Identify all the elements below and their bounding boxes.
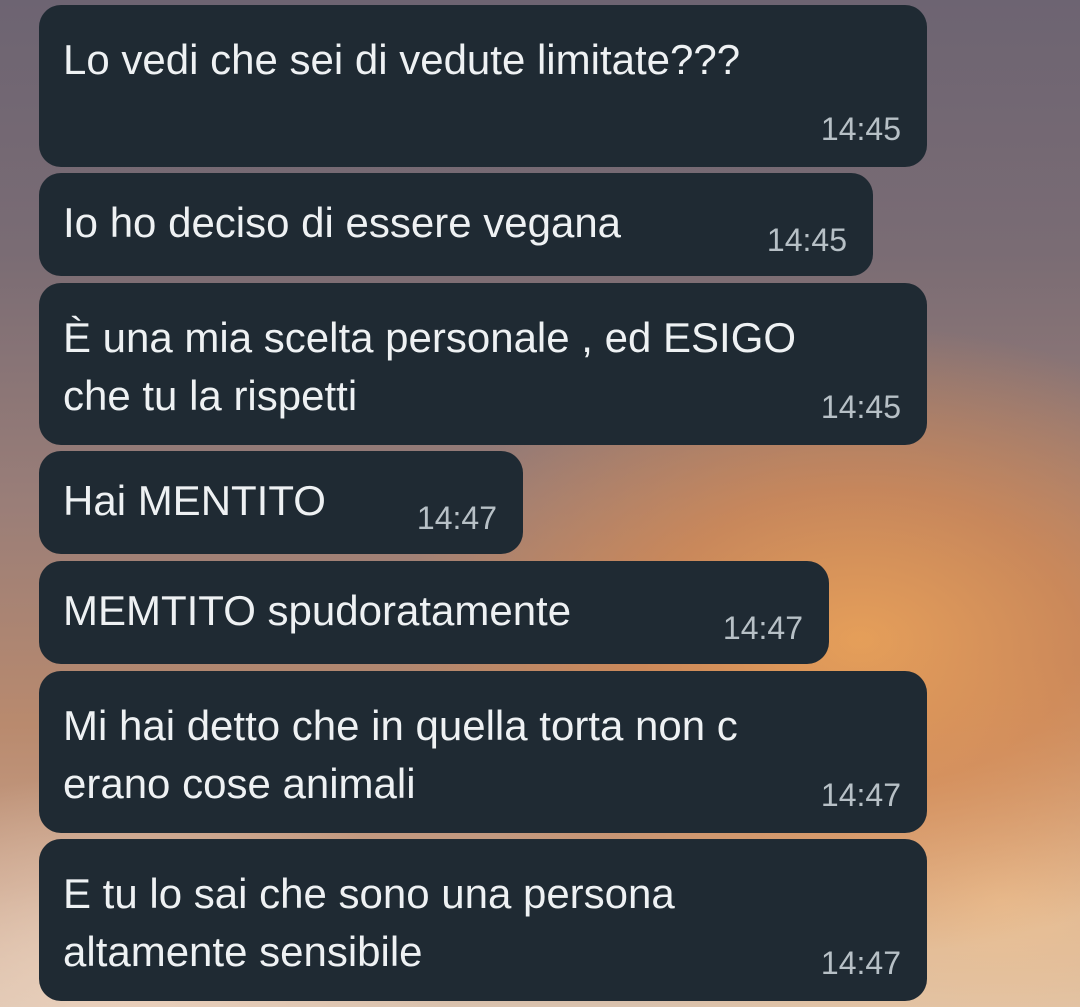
message-bubble[interactable]: Hai MENTITO 14:47 — [39, 451, 523, 554]
message-bubble[interactable]: Io ho deciso di essere vegana 14:45 — [39, 173, 873, 276]
message-bubble[interactable]: Lo vedi che sei di vedute limitate??? 14… — [39, 5, 927, 167]
message-text: MEMTITO spudoratamente — [63, 587, 572, 634]
message-text: È una mia scelta personale , ed ESIGO ch… — [63, 314, 797, 419]
message-bubble[interactable]: MEMTITO spudoratamente 14:47 — [39, 561, 829, 664]
message-timestamp: 14:45 — [766, 222, 847, 258]
message-text: E tu lo sai che sono una persona altamen… — [63, 870, 675, 975]
message-timestamp: 14:45 — [820, 389, 901, 425]
message-bubble[interactable]: Mi hai detto che in quella torta non c e… — [39, 671, 927, 833]
message-timestamp: 14:45 — [820, 111, 901, 147]
message-text: Io ho deciso di essere vegana — [63, 199, 622, 246]
message-timestamp: 14:47 — [820, 777, 901, 813]
message-text: Lo vedi che sei di vedute limitate??? — [63, 36, 741, 83]
message-timestamp: 14:47 — [722, 610, 803, 646]
message-text: Mi hai detto che in quella torta non c e… — [63, 702, 738, 807]
message-timestamp: 14:47 — [820, 945, 901, 981]
message-bubble[interactable]: È una mia scelta personale , ed ESIGO ch… — [39, 283, 927, 445]
chat-message-list: Lo vedi che sei di vedute limitate??? 14… — [0, 0, 1080, 1007]
message-bubble[interactable]: E tu lo sai che sono una persona altamen… — [39, 839, 927, 1001]
message-text: Hai MENTITO — [63, 477, 326, 524]
message-timestamp: 14:47 — [416, 500, 497, 536]
